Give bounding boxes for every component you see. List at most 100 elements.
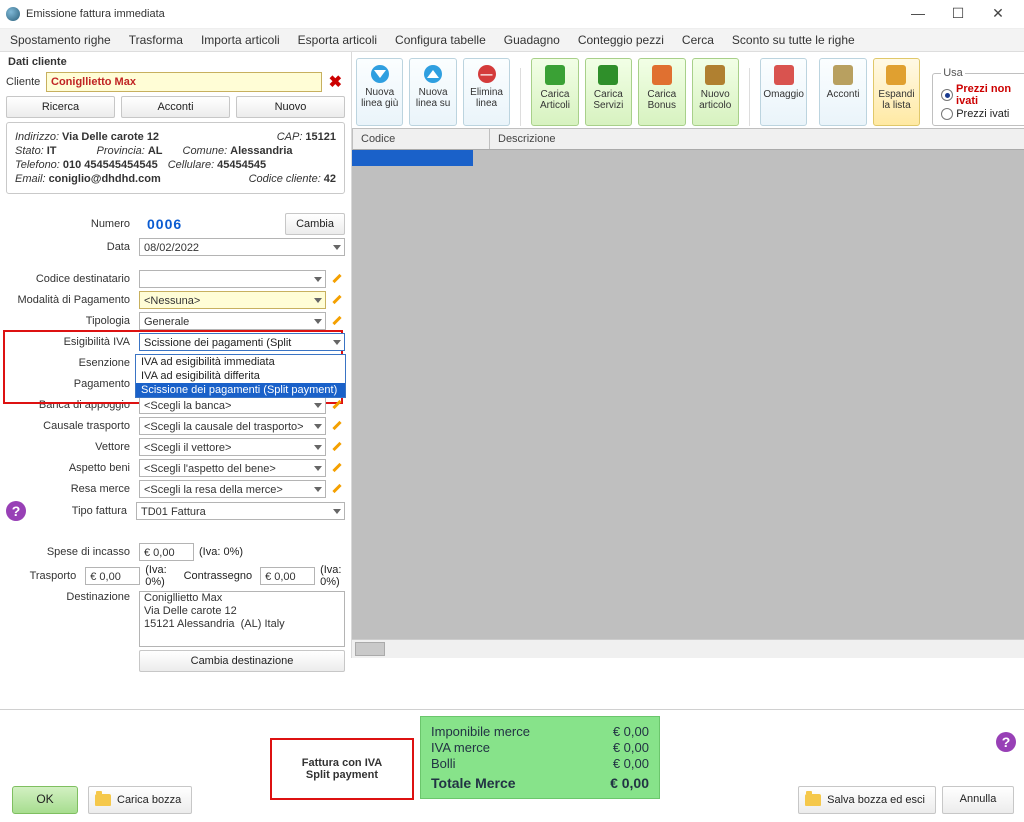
window-title: Emissione fattura immediata [26, 8, 898, 20]
menu-esporta[interactable]: Esporta articoli [298, 33, 377, 47]
salva-bozza-button[interactable]: Salva bozza ed esci [798, 786, 936, 814]
esigiva-field[interactable]: Scissione dei pagamenti (Split payment) [139, 333, 345, 351]
resa-field[interactable]: <Scegli la resa della merce> [139, 480, 326, 498]
bolli-value: € 0,00 [613, 756, 649, 771]
edit-icon[interactable] [331, 440, 345, 454]
causale-field[interactable]: <Scegli la causale del trasporto> [139, 417, 326, 435]
box-icon [705, 65, 725, 85]
client-info-box: Indirizzo:Via Delle carote 12CAP:15121 S… [6, 122, 345, 194]
toolbar: Nuova linea giù Nuova linea su —Elimina … [352, 52, 1024, 128]
client-cell: 45454545 [217, 159, 266, 171]
data-field[interactable]: 08/02/2022 [139, 238, 345, 256]
radio-icon [941, 108, 953, 120]
edit-icon[interactable] [331, 419, 345, 433]
nuova-linea-su-button[interactable]: Nuova linea su [409, 58, 456, 126]
annulla-button[interactable]: Annulla [942, 786, 1014, 814]
edit-icon[interactable] [331, 272, 345, 286]
help-icon[interactable]: ? [6, 501, 26, 521]
grid-header: Codice Descrizione [352, 128, 1024, 150]
menu-cerca[interactable]: Cerca [682, 33, 714, 47]
client-name-field[interactable]: Conigllietto Max [46, 72, 322, 92]
maximize-button[interactable]: ☐ [938, 2, 978, 26]
esigiva-opt-1[interactable]: IVA ad esigibilità differita [136, 369, 345, 383]
iva-value: € 0,00 [613, 740, 649, 755]
destinazione-field[interactable] [139, 591, 345, 647]
arrow-up-icon [424, 65, 442, 83]
app-icon [6, 7, 20, 21]
aspetto-field[interactable]: <Scegli l'aspetto del bene> [139, 459, 326, 477]
esigiva-dropdown[interactable]: IVA ad esigibilità immediata IVA ad esig… [135, 354, 346, 398]
horizontal-scrollbar[interactable] [352, 639, 1024, 658]
grid-body[interactable] [352, 150, 1024, 639]
ricerca-button[interactable]: Ricerca [6, 96, 115, 118]
close-button[interactable]: ✕ [978, 2, 1018, 26]
esigiva-opt-0[interactable]: IVA ad esigibilità immediata [136, 355, 345, 369]
cambia-destinazione-button[interactable]: Cambia destinazione [139, 650, 345, 672]
contrassegno-field[interactable]: € 0,00 [260, 567, 315, 585]
col-codice[interactable]: Codice [353, 129, 490, 149]
radio-prezzi-ivati[interactable]: Prezzi ivati [941, 108, 1024, 120]
edit-icon[interactable] [331, 482, 345, 496]
titlebar: Emissione fattura immediata — ☐ ✕ [0, 0, 1024, 29]
menu-spostamento[interactable]: Spostamento righe [10, 33, 111, 47]
help-icon[interactable]: ? [996, 732, 1016, 752]
menu-conteggio[interactable]: Conteggio pezzi [578, 33, 664, 47]
ok-button[interactable]: OK [12, 786, 78, 814]
arrow-down-icon [371, 65, 389, 83]
client-code: 42 [324, 173, 336, 185]
espandi-button[interactable]: Espandi la lista [873, 58, 920, 126]
gift-icon [774, 65, 794, 85]
money-icon [833, 65, 853, 85]
client-comune: Alessandria [230, 145, 292, 157]
client-email: coniglio@dhdhd.com [49, 173, 161, 185]
omaggio-button[interactable]: Omaggio [760, 58, 807, 126]
radio-prezzi-non-ivati[interactable]: Prezzi non ivati [941, 83, 1024, 107]
menu-guadagno[interactable]: Guadagno [504, 33, 560, 47]
radio-icon [941, 89, 953, 101]
coddest-field[interactable] [139, 270, 326, 288]
nuova-linea-giu-button[interactable]: Nuova linea giù [356, 58, 403, 126]
folder-icon [95, 794, 111, 806]
minimize-button[interactable]: — [898, 2, 938, 26]
client-tel: 010 454545454545 [63, 159, 158, 171]
client-prov: AL [148, 145, 163, 157]
carica-servizi-button[interactable]: Carica Servizi [585, 58, 632, 126]
spese-field[interactable]: € 0,00 [139, 543, 194, 561]
client-label: Cliente [6, 76, 42, 88]
carica-bonus-button[interactable]: Carica Bonus [638, 58, 685, 126]
selected-row[interactable] [352, 150, 473, 166]
carica-bozza-button[interactable]: Carica bozza [88, 786, 192, 814]
left-panel: Dati cliente Cliente Conigllietto Max ✖ … [0, 52, 352, 658]
right-panel: Nuova linea giù Nuova linea su —Elimina … [352, 52, 1024, 658]
tipofattura-field[interactable]: TD01 Fattura [136, 502, 345, 520]
modpag-field[interactable]: <Nessuna> [139, 291, 326, 309]
clear-client-icon[interactable]: ✖ [326, 72, 345, 92]
edit-icon[interactable] [331, 398, 345, 412]
menu-trasforma[interactable]: Trasforma [129, 33, 183, 47]
elimina-linea-button[interactable]: —Elimina linea [463, 58, 510, 126]
col-descrizione[interactable]: Descrizione [490, 129, 1024, 149]
acconti-toolbar-button[interactable]: Acconti [819, 58, 866, 126]
totale-value: € 0,00 [610, 775, 649, 791]
nuovo-articolo-button[interactable]: Nuovo articolo [692, 58, 739, 126]
nuovo-button[interactable]: Nuovo [236, 96, 345, 118]
edit-icon[interactable] [331, 314, 345, 328]
edit-icon[interactable] [331, 293, 345, 307]
scroll-thumb[interactable] [355, 642, 385, 656]
acconti-button[interactable]: Acconti [121, 96, 230, 118]
menu-configura[interactable]: Configura tabelle [395, 33, 486, 47]
cart-icon [545, 65, 565, 85]
trasporto-field[interactable]: € 0,00 [85, 567, 140, 585]
tipologia-field[interactable]: Generale [139, 312, 326, 330]
menu-sconto[interactable]: Sconto su tutte le righe [732, 33, 855, 47]
bonus-icon [652, 65, 672, 85]
banca-field[interactable]: <Scegli la banca> [139, 396, 326, 414]
edit-icon[interactable] [331, 461, 345, 475]
menu-importa[interactable]: Importa articoli [201, 33, 280, 47]
folder-icon [805, 794, 821, 806]
esigiva-opt-2[interactable]: Scissione dei pagamenti (Split payment) [136, 383, 345, 397]
carica-articoli-button[interactable]: Carica Articoli [531, 58, 578, 126]
cambia-button[interactable]: Cambia [285, 213, 345, 235]
vettore-field[interactable]: <Scegli il vettore> [139, 438, 326, 456]
expand-icon [886, 65, 906, 85]
